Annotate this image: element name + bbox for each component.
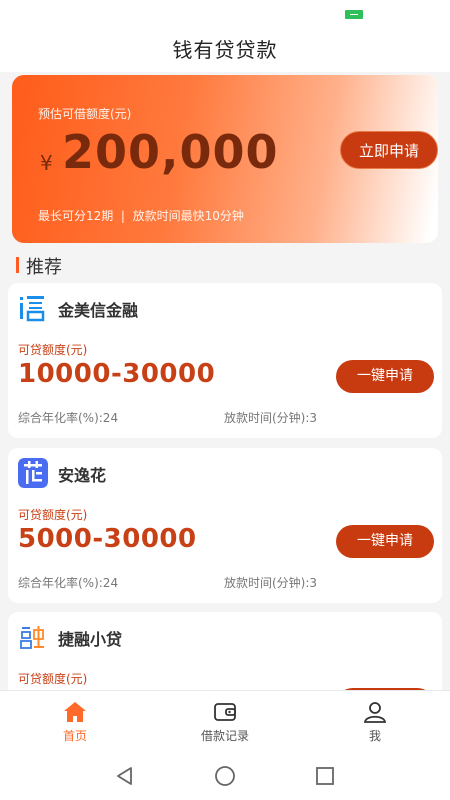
main-content[interactable]: 预估可借额度(元) ¥ 200,000 最长可分12期 | 放款时间最快10分钟…: [0, 72, 450, 690]
hua-logo-icon: [18, 458, 48, 488]
tab-me[interactable]: 我: [300, 691, 450, 751]
product-name: 金美信金融: [58, 301, 139, 320]
amount-label: 可贷额度(元): [18, 508, 88, 522]
estimated-limit-amount: 200,000: [62, 125, 279, 179]
loan-product-card[interactable]: 安逸花 可贷额度(元) 5000-30000 综合年化率(%):24 放款时间(…: [8, 448, 442, 603]
loan-time: 放款时间(分钟):3: [224, 576, 318, 590]
loan-product-card[interactable]: 捷融小贷 可贷额度(元): [8, 612, 442, 690]
hero-terms-text: 最长可分12期 | 放款时间最快10分钟: [38, 209, 244, 223]
rong-logo-icon: [18, 622, 48, 652]
loan-product-card[interactable]: 金美信金融 可贷额度(元) 10000-30000 综合年化率(%):24 放款…: [8, 283, 442, 438]
amount-label: 可贷额度(元): [18, 343, 88, 357]
one-click-apply-button[interactable]: 一键申请: [336, 525, 434, 558]
tab-home[interactable]: 首页: [0, 691, 150, 751]
annual-rate: 综合年化率(%):24: [18, 411, 119, 425]
currency-symbol: ¥: [40, 151, 53, 175]
amount-range: 5000-30000: [18, 524, 197, 554]
bottom-tab-bar: 首页 借款记录 我: [0, 690, 450, 750]
back-icon[interactable]: [114, 765, 136, 787]
status-bar: [0, 0, 450, 30]
user-icon: [363, 701, 387, 723]
product-name: 捷融小贷: [58, 630, 123, 649]
product-name: 安逸花: [58, 466, 107, 485]
apply-now-button[interactable]: 立即申请: [340, 131, 438, 169]
loan-hero-card: 预估可借额度(元) ¥ 200,000 最长可分12期 | 放款时间最快10分钟…: [12, 75, 438, 243]
one-click-apply-button[interactable]: 一键申请: [336, 360, 434, 393]
tab-label: 借款记录: [200, 729, 249, 743]
loan-time: 放款时间(分钟):3: [224, 411, 318, 425]
battery-icon: [345, 10, 363, 19]
amount-range: 10000-30000: [18, 359, 216, 389]
section-title-text: 推荐: [26, 257, 62, 278]
home-icon: [63, 701, 87, 723]
recents-icon[interactable]: [314, 765, 336, 787]
annual-rate: 综合年化率(%):24: [18, 576, 119, 590]
tab-label: 我: [368, 729, 381, 743]
xin-logo-icon: [18, 293, 48, 323]
system-nav-bar: [0, 750, 450, 800]
page-title: 钱有贷贷款: [0, 30, 450, 72]
wallet-icon: [213, 701, 237, 723]
home-circle-icon[interactable]: [214, 765, 236, 787]
tab-label: 首页: [62, 729, 87, 743]
tab-loan-records[interactable]: 借款记录: [150, 691, 300, 751]
amount-label: 可贷额度(元): [18, 672, 88, 686]
estimated-limit-label: 预估可借额度(元): [38, 107, 132, 121]
section-accent-bar: [16, 257, 19, 273]
